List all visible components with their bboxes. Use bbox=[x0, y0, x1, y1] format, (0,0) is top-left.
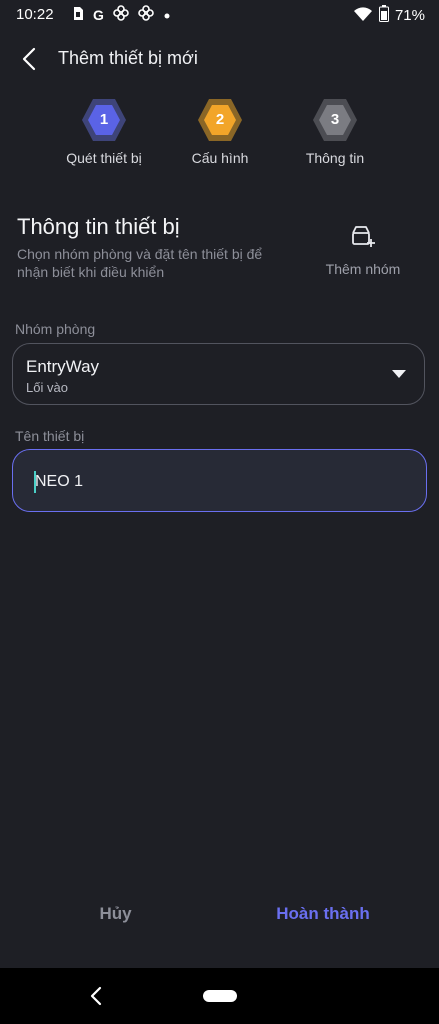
step-label: Thông tin bbox=[305, 150, 365, 166]
pinwheel-icon bbox=[113, 5, 129, 24]
room-group-select[interactable]: EntryWay Lối vào bbox=[12, 343, 425, 405]
google-g-icon: G bbox=[93, 6, 104, 23]
done-button[interactable]: Hoàn thành bbox=[258, 904, 388, 924]
stepper: 1 Quét thiết bị 2 Cấu hình 3 Thông tin bbox=[0, 98, 439, 178]
notification-icons: G bbox=[72, 5, 171, 24]
device-name-value: NEO 1 bbox=[35, 473, 84, 490]
pinwheel-icon bbox=[138, 5, 154, 24]
step-info: 3 Thông tin bbox=[275, 98, 395, 166]
step-number: 1 bbox=[99, 111, 109, 128]
nav-home-pill[interactable] bbox=[203, 990, 237, 1002]
status-time: 10:22 bbox=[16, 6, 54, 23]
back-button[interactable] bbox=[12, 42, 46, 76]
step-badge: 3 bbox=[312, 98, 358, 142]
step-number: 2 bbox=[215, 111, 225, 128]
add-group-label: Thêm nhóm bbox=[325, 261, 401, 277]
section-description: Chọn nhóm phòng và đặt tên thiết bị để n… bbox=[17, 246, 263, 280]
device-name-label: Tên thiết bị bbox=[15, 428, 85, 444]
sim-icon bbox=[72, 6, 84, 24]
dropdown-arrow-icon bbox=[392, 370, 406, 378]
room-group-value: EntryWay bbox=[26, 357, 100, 376]
step-number: 3 bbox=[330, 111, 340, 128]
step-configure: 2 Cấu hình bbox=[160, 98, 280, 166]
step-label: Quét thiết bị bbox=[66, 150, 142, 166]
room-group-subvalue: Lối vào bbox=[26, 380, 68, 395]
dot-icon bbox=[163, 7, 171, 23]
room-group-label: Nhóm phòng bbox=[15, 321, 96, 337]
page-title: Thêm thiết bị mới bbox=[58, 48, 198, 68]
system-nav-bar bbox=[0, 968, 439, 1024]
status-bar: 10:22 G 71% bbox=[0, 0, 439, 30]
device-name-input[interactable]: NEO 1 bbox=[12, 449, 427, 512]
step-label: Cấu hình bbox=[191, 150, 249, 166]
step-scan: 1 Quét thiết bị bbox=[44, 98, 164, 166]
nav-back-button[interactable] bbox=[86, 984, 106, 1008]
add-group-button[interactable]: Thêm nhóm bbox=[318, 224, 408, 277]
add-group-icon bbox=[352, 226, 375, 247]
app-bar: Thêm thiết bị mới bbox=[0, 36, 439, 82]
bottom-actions: Hủy Hoàn thành bbox=[0, 896, 439, 936]
wifi-icon bbox=[353, 6, 373, 26]
cancel-button[interactable]: Hủy bbox=[68, 904, 163, 924]
chevron-left-icon bbox=[22, 47, 36, 71]
battery-icon bbox=[378, 5, 389, 26]
nav-back-icon bbox=[90, 986, 102, 1006]
section-title: Thông tin thiết bị bbox=[17, 214, 180, 239]
battery-percent: 71% bbox=[394, 7, 425, 24]
step-badge: 1 bbox=[81, 98, 127, 142]
system-status: 71% bbox=[353, 5, 425, 26]
step-badge: 2 bbox=[197, 98, 243, 142]
